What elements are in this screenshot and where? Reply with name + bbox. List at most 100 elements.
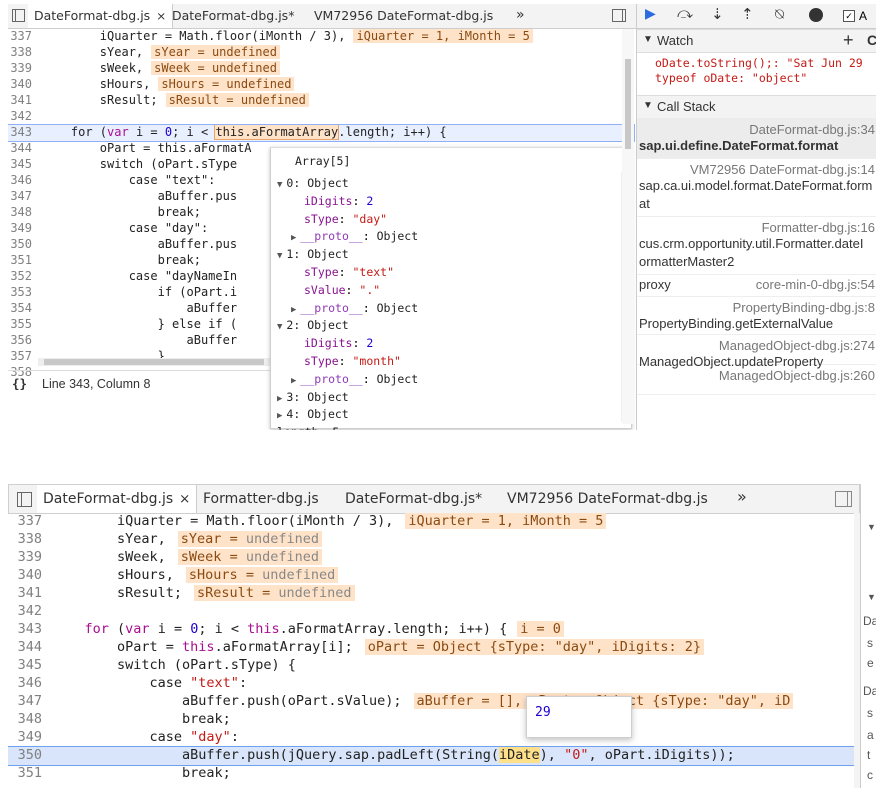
- tab-formatter-dbg[interactable]: Formatter-dbg.js: [203, 485, 319, 513]
- object-tree-node[interactable]: ▶ __proto__: Object: [291, 229, 418, 243]
- callstack-frame[interactable]: ManagedObject-dbg.js:260: [637, 364, 876, 395]
- object-tree-node[interactable]: ▶ 4: Object: [277, 407, 349, 421]
- expand-triangle-closed-icon[interactable]: ▶: [277, 411, 282, 421]
- debugger-sidebar-sliver: ▼ ▼ Da s e Da s a t c: [860, 484, 876, 788]
- callstack-frame[interactable]: core-min-0-dbg.js:54 proxy: [637, 274, 876, 297]
- object-tree-node: sType: "text": [304, 265, 395, 279]
- tab-dateformat-dbg-modified[interactable]: DateFormat-dbg.js*: [172, 4, 294, 28]
- expand-triangle-closed-icon[interactable]: ▶: [291, 376, 296, 386]
- callstack-frame[interactable]: DateFormat-dbg.js:34 sap.ui.define.DateFo…: [637, 118, 876, 159]
- object-tree-node[interactable]: ▶ __proto__: Object: [291, 372, 418, 386]
- collapse-icon[interactable]: ▼: [867, 522, 876, 532]
- expand-triangle-open-icon[interactable]: ▼: [277, 180, 282, 190]
- expand-triangle-closed-icon[interactable]: ▶: [277, 394, 282, 404]
- code-line: 338 sYear, sYear = undefined: [8, 45, 634, 61]
- toggle-navigator-icon[interactable]: [17, 492, 32, 507]
- resume-icon[interactable]: ▶: [645, 6, 656, 22]
- bottom-devtools-panel: DateFormat-dbg.js × Formatter-dbg.js Date…: [8, 484, 876, 788]
- tab-vm72956-dateformat[interactable]: VM72956 DateFormat-dbg.js: [507, 485, 708, 513]
- object-tree-node: length: 5: [277, 425, 339, 430]
- tab-label: Formatter-dbg.js: [203, 491, 319, 507]
- object-tree-node[interactable]: ▼ 1: Object: [277, 247, 349, 261]
- toggle-debugger-sidebar-icon[interactable]: [612, 9, 626, 22]
- bottom-code-editor[interactable]: 337 iQuarter = Math.floor(iMonth / 3), iQ…: [8, 513, 855, 788]
- toggle-debugger-sidebar-icon[interactable]: [835, 491, 852, 507]
- array-inspect-popover[interactable]: Array[5] ▼ 0: Object iDigits: 2 sType: "day…: [270, 147, 632, 430]
- refresh-watch-icon[interactable]: C: [867, 32, 876, 48]
- code-line: 338 sYear, sYear = undefined: [8, 531, 854, 549]
- watch-item[interactable]: typeof oDate: "object": [655, 71, 863, 86]
- code-line: 337 iQuarter = Math.floor(iMonth / 3), iQ…: [8, 513, 854, 531]
- code-line: 343 for (var i = 0; i < this.aFormatArra…: [8, 621, 854, 639]
- watch-item[interactable]: oDate.toString();: "Sat Jun 29: [655, 56, 863, 71]
- callstack-frame[interactable]: PropertyBinding-dbg.js:8 PropertyBinding.…: [637, 296, 876, 335]
- code-line: 340 sHours, sHours = undefined: [8, 567, 854, 585]
- tab-label: DateFormat-dbg.js*: [172, 8, 295, 23]
- top-devtools-panel: DateFormat-dbg.js × DateFormat-dbg.js* VM…: [8, 4, 876, 430]
- watch-title: Watch: [657, 33, 694, 48]
- close-tab-icon[interactable]: ×: [156, 9, 166, 23]
- callstack-section-header[interactable]: ▼ Call Stack: [637, 95, 876, 119]
- callstack-list: DateFormat-dbg.js:34 sap.ui.define.DateFo…: [637, 118, 876, 430]
- async-checkbox[interactable]: ✓: [843, 10, 855, 22]
- object-tree-node: iDigits: 2: [304, 336, 374, 351]
- deactivate-breakpoints-icon[interactable]: ⍉: [775, 5, 784, 23]
- async-checkbox-label: A: [859, 9, 868, 23]
- tab-label: DateFormat-dbg.js*: [345, 491, 483, 507]
- code-line: 341 sResult; sResult = undefined: [8, 93, 634, 109]
- tab-dateformat-dbg[interactable]: DateFormat-dbg.js ×: [28, 4, 174, 28]
- code-line: 337 iQuarter = Math.floor(iMonth / 3), iQ…: [8, 29, 634, 45]
- more-tabs-button[interactable]: »: [516, 4, 525, 26]
- bottom-tab-bar: DateFormat-dbg.js × Formatter-dbg.js Date…: [8, 484, 860, 514]
- expand-triangle-closed-icon[interactable]: ▶: [291, 305, 296, 315]
- pretty-print-icon[interactable]: {}: [12, 376, 27, 391]
- code-line: 348 break;: [17, 711, 231, 727]
- callstack-frame[interactable]: Formatter-dbg.js:16 cus.crm.opportunity.u…: [637, 216, 876, 275]
- tab-label: DateFormat-dbg.js: [34, 8, 151, 23]
- tab-label: VM72956 DateFormat-dbg.js: [314, 8, 494, 23]
- debugger-toolbar: ▶ ⤼ ⇣ ⇡ ⍉ ✓ A: [637, 4, 876, 29]
- code-line: 340 sHours, sHours = undefined: [8, 77, 634, 93]
- expand-triangle-open-icon[interactable]: ▼: [277, 251, 282, 261]
- tab-dateformat-dbg-modified[interactable]: DateFormat-dbg.js*: [345, 485, 482, 513]
- object-tree-node[interactable]: ▼ 0: Object: [277, 176, 349, 190]
- close-tab-icon[interactable]: ×: [179, 492, 190, 507]
- step-over-icon[interactable]: ⤼: [677, 4, 693, 22]
- collapse-icon[interactable]: ▼: [867, 592, 876, 602]
- tooltip-value: 29: [535, 705, 551, 720]
- toggle-navigator-icon[interactable]: [12, 9, 25, 22]
- expand-triangle-open-icon[interactable]: ▼: [277, 322, 282, 332]
- callstack-frame[interactable]: ManagedObject-dbg.js:274 ManagedObject.up…: [637, 334, 876, 369]
- current-execution-line: 350 aBuffer.push(jQuery.sap.padLeft(Stri…: [8, 746, 855, 766]
- code-line: 342: [17, 603, 42, 619]
- tab-dateformat-dbg[interactable]: DateFormat-dbg.js ×: [37, 485, 198, 513]
- object-tree-node[interactable]: ▼ 2: Object: [277, 318, 349, 332]
- watch-expressions: oDate.toString();: "Sat Jun 29 typeof oD…: [655, 56, 863, 86]
- collapse-callstack-icon: ▼: [643, 100, 653, 111]
- callstack-title: Call Stack: [657, 99, 716, 114]
- tab-vm72956-dateformat[interactable]: VM72956 DateFormat-dbg.js: [314, 4, 493, 28]
- expand-triangle-closed-icon[interactable]: ▶: [291, 233, 296, 243]
- highlighted-code-line: 343 for (var i = 0; i < this.aFormatArra…: [8, 124, 635, 142]
- watch-section-header[interactable]: ▼ Watch + C: [637, 29, 876, 53]
- object-tree-node[interactable]: ▶ 3: Object: [277, 390, 349, 404]
- code-line: 339 sWeek, sWeek = undefined: [8, 61, 634, 77]
- step-into-icon[interactable]: ⇣: [711, 5, 724, 23]
- cursor-position: Line 343, Column 8: [42, 377, 151, 391]
- hovered-identifier[interactable]: iDate: [499, 747, 540, 763]
- popover-title: Array[5]: [295, 154, 351, 168]
- step-out-icon[interactable]: ⇡: [741, 5, 754, 23]
- editor-vertical-scrollbar[interactable]: [622, 29, 634, 424]
- code-line: 346 case "text":: [17, 675, 248, 691]
- object-tree-node[interactable]: ▶ __proto__: Object: [291, 301, 418, 315]
- add-watch-icon[interactable]: +: [843, 30, 854, 51]
- code-line: 341 sResult; sResult = undefined: [8, 585, 854, 603]
- tab-label: DateFormat-dbg.js: [43, 491, 174, 507]
- collapse-watch-icon: ▼: [643, 34, 653, 45]
- callstack-frame[interactable]: VM72956 DateFormat-dbg.js:14 sap.ca.ui.mo…: [637, 158, 876, 217]
- horizontal-scrollbar[interactable]: [38, 358, 270, 366]
- more-tabs-button[interactable]: »: [737, 485, 747, 509]
- code-line: 351 break;: [17, 765, 231, 781]
- code-line: 342: [10, 109, 32, 123]
- pause-on-exceptions-icon[interactable]: [809, 8, 823, 22]
